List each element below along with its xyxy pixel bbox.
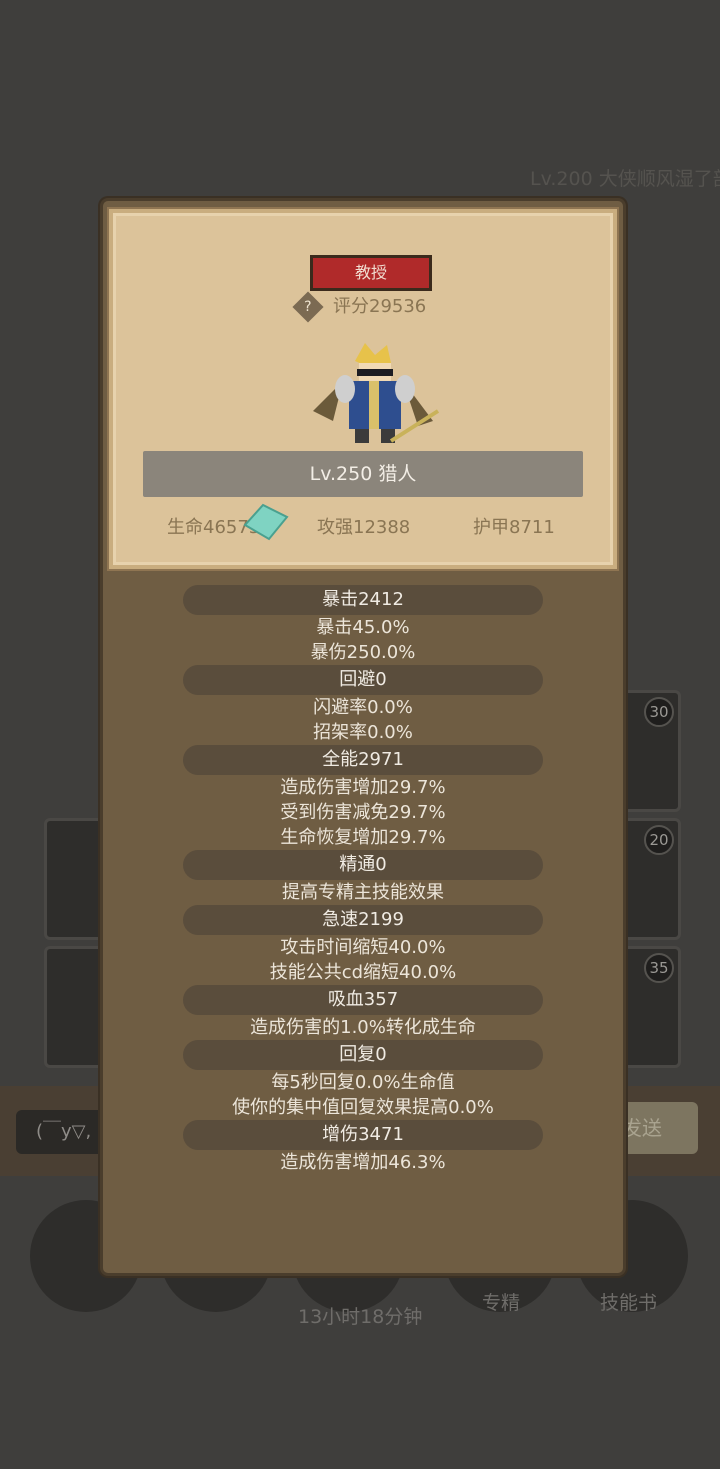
help-icon[interactable]: ? <box>292 291 324 323</box>
hero-card: 教授 ? 评分29536 Lv.250 猎人 生命46573 攻强12388 护甲… <box>109 209 617 569</box>
attribute-line: 招架率0.0% <box>313 722 413 743</box>
attribute-header-regen: 回复0 <box>183 1040 543 1070</box>
hero-stats-row: 生命46573 攻强12388 护甲8711 <box>113 513 613 543</box>
attribute-line: 造成伤害增加46.3% <box>280 1152 446 1173</box>
send-button[interactable]: 发送 <box>618 1102 698 1154</box>
gem-icon <box>243 503 289 541</box>
marquee-text: Lv.200 大侠顺风湿了部 <box>530 168 720 190</box>
skillbook-label: 技能书 <box>600 1292 658 1314</box>
attribute-line: 提高专精主技能效果 <box>282 882 444 903</box>
hunter-portrait <box>313 343 440 443</box>
attribute-list: 暴击2412 暴击45.0% 暴伤250.0% 回避0 闪避率0.0% 招架率0… <box>103 585 623 1175</box>
equipment-slot[interactable] <box>44 946 106 1068</box>
attribute-header-avoidance: 回避0 <box>183 665 543 695</box>
attribute-header-lifesteal: 吸血357 <box>183 985 543 1015</box>
attribute-header-damage-bonus: 增伤3471 <box>183 1120 543 1150</box>
attribute-line: 暴伤250.0% <box>310 642 416 663</box>
attribute-line: 使你的集中值回复效果提高0.0% <box>232 1097 494 1118</box>
attribute-line: 技能公共cd缩短40.0% <box>269 962 457 983</box>
equipment-slot[interactable] <box>44 818 106 940</box>
hero-detail-panel: 教授 ? 评分29536 Lv.250 猎人 生命46573 攻强12388 护甲… <box>100 198 626 1276</box>
attribute-line: 闪避率0.0% <box>313 697 413 718</box>
slot-level-badge: 35 <box>644 953 674 983</box>
attribute-line: 受到伤害减免29.7% <box>280 802 446 823</box>
attack-stat: 攻强12388 <box>317 517 411 538</box>
attribute-line: 造成伤害增加29.7% <box>280 777 446 798</box>
attribute-line: 生命恢复增加29.7% <box>280 827 446 848</box>
attribute-header-crit: 暴击2412 <box>183 585 543 615</box>
specialty-label: 专精 <box>482 1292 521 1314</box>
attribute-line: 每5秒回复0.0%生命值 <box>271 1072 455 1093</box>
equipment-slot[interactable]: 35 <box>617 946 681 1068</box>
attribute-header-mastery: 精通0 <box>183 850 543 880</box>
equipment-slot[interactable]: 30 <box>617 690 681 812</box>
timer-label: 13小时18分钟 <box>298 1306 423 1328</box>
armor-stat: 护甲8711 <box>473 517 555 538</box>
score-value: 评分29536 <box>333 296 427 317</box>
slot-level-badge: 30 <box>644 697 674 727</box>
attribute-header-versatility: 全能2971 <box>183 745 543 775</box>
attribute-line: 攻击时间缩短40.0% <box>280 937 446 958</box>
equipment-slot[interactable]: 20 <box>617 818 681 940</box>
hero-name-bar: Lv.250 猎人 <box>143 451 583 497</box>
slot-level-badge: 20 <box>644 825 674 855</box>
attribute-line: 暴击45.0% <box>316 617 410 638</box>
attribute-line: 造成伤害的1.0%转化成生命 <box>250 1017 476 1038</box>
rank-badge: 教授 <box>310 255 432 291</box>
score-row: ? 评分29536 <box>292 291 427 323</box>
attribute-header-haste: 急速2199 <box>183 905 543 935</box>
